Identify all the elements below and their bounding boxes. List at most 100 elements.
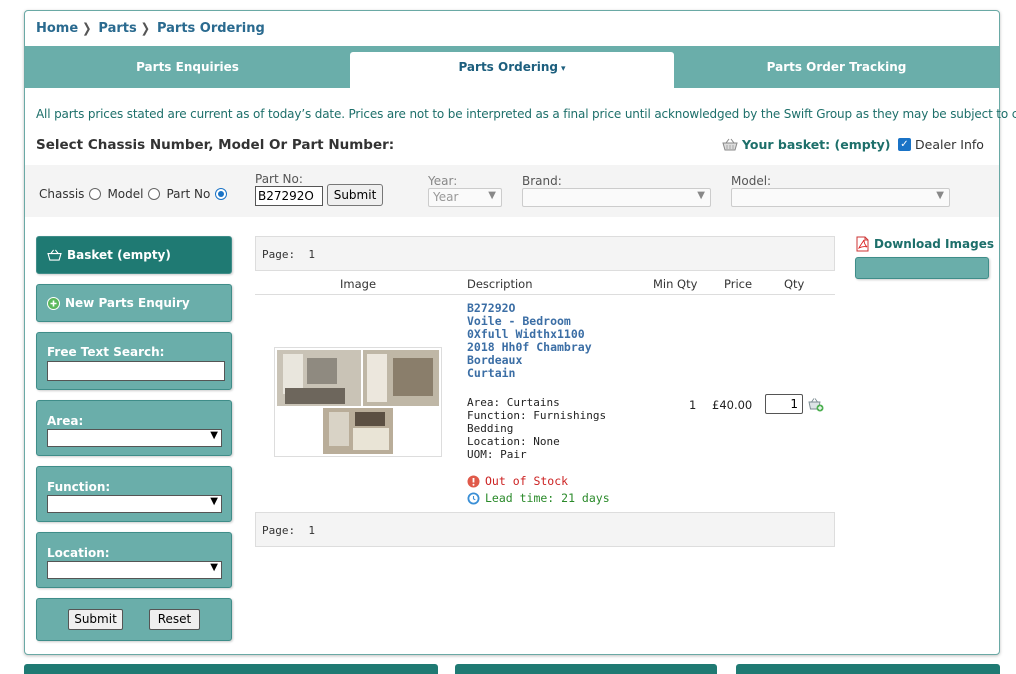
- product-name-line: Curtain: [467, 366, 516, 380]
- new-parts-enquiry-button[interactable]: New Parts Enquiry: [36, 284, 232, 322]
- lead-time: Lead time: 21 days: [467, 491, 610, 505]
- year-select[interactable]: Year ▼: [428, 188, 502, 207]
- sidebar-submit-button[interactable]: Submit: [68, 609, 123, 630]
- function-label: Function:: [47, 480, 111, 494]
- price-notice: All parts prices stated are current as o…: [36, 107, 1016, 121]
- chevron-down-icon: ▼: [488, 190, 496, 201]
- product-info-line: Function: Furnishings: [467, 409, 607, 422]
- location-select[interactable]: ▼: [47, 561, 222, 579]
- free-text-search-panel: Free Text Search:: [36, 332, 232, 390]
- basket-label: Your basket: (empty): [742, 137, 891, 152]
- caret-down-icon: ▾: [561, 64, 566, 74]
- dealer-info-toggle[interactable]: ✓ Dealer Info: [898, 137, 984, 152]
- qty-input[interactable]: 1: [765, 394, 803, 414]
- function-select[interactable]: ▼: [47, 495, 222, 513]
- page-number[interactable]: 1: [308, 248, 315, 261]
- footer-panel: [24, 664, 438, 674]
- sidebar-basket-label: Basket (empty): [67, 248, 171, 262]
- download-images-label: Download Images: [874, 237, 994, 251]
- stock-status: Out of Stock: [467, 474, 568, 488]
- col-header-qty: Qty: [784, 277, 805, 291]
- chassis-radio[interactable]: [89, 188, 102, 200]
- add-to-basket-icon[interactable]: [808, 397, 824, 412]
- part-no-label: Part No: [166, 187, 211, 201]
- area-label: Area:: [47, 414, 84, 428]
- year-select-value: Year: [433, 190, 459, 204]
- model-label: Model:: [731, 174, 772, 188]
- brand-label: Brand:: [522, 174, 562, 188]
- divider: [255, 294, 835, 295]
- tab-parts-enquiries[interactable]: Parts Enquiries: [25, 46, 350, 88]
- basket-link[interactable]: Your basket: (empty): [722, 137, 891, 152]
- product-image[interactable]: [274, 347, 442, 457]
- function-filter-panel: Function: ▼: [36, 466, 232, 522]
- part-no-radio[interactable]: [215, 188, 228, 200]
- add-icon: [47, 296, 60, 310]
- model-radio[interactable]: [148, 188, 161, 200]
- part-no-field-label: Part No:: [255, 172, 303, 186]
- part-no-input[interactable]: B27292O: [255, 186, 323, 206]
- warning-icon: [467, 475, 480, 487]
- chevron-down-icon: ▼: [210, 430, 218, 441]
- chevron-down-icon: ▼: [210, 562, 218, 573]
- free-text-search-input[interactable]: [47, 361, 225, 381]
- tab-parts-order-tracking[interactable]: Parts Order Tracking: [674, 46, 999, 88]
- product-details: Area: Curtains Function: Furnishings Bed…: [467, 396, 606, 461]
- checkbox-checked-icon[interactable]: ✓: [898, 138, 911, 151]
- product-link[interactable]: B27292O Voile - Bedroom 0Xfull Widthx110…: [467, 302, 592, 380]
- breadcrumb-home[interactable]: Home: [36, 21, 78, 36]
- dealer-info-label: Dealer Info: [915, 137, 984, 152]
- new-parts-enquiry-label: New Parts Enquiry: [65, 296, 190, 310]
- location-filter-panel: Location: ▼: [36, 532, 232, 588]
- product-info-line: UOM: Pair: [467, 448, 527, 461]
- tab-label: Parts Order Tracking: [766, 60, 907, 74]
- page-number[interactable]: 1: [308, 524, 315, 537]
- basket-icon: [722, 138, 738, 151]
- basket-icon: [47, 249, 62, 261]
- clock-icon: [467, 492, 480, 504]
- location-label: Location:: [47, 546, 110, 560]
- product-info-line: Bedding: [467, 422, 514, 435]
- footer-panel: [455, 664, 717, 674]
- model-label: Model: [107, 187, 144, 201]
- section-title: Select Chassis Number, Model Or Part Num…: [36, 137, 395, 153]
- col-header-min-qty: Min Qty: [653, 277, 698, 291]
- page-label: Page:: [262, 248, 296, 261]
- lead-time-label: Lead time: 21 days: [485, 491, 610, 505]
- tab-label: Parts Ordering: [458, 60, 559, 74]
- year-label: Year:: [428, 174, 458, 188]
- footer-panel: [736, 664, 1000, 674]
- tab-label: Parts Enquiries: [136, 60, 239, 74]
- product-info-line: Location: None: [467, 435, 560, 448]
- search-mode-radios: Chassis Model Part No: [39, 187, 233, 201]
- area-filter-panel: Area: ▼: [36, 400, 232, 456]
- results-table: Page: 1 Image Description Min Qty Price …: [255, 236, 835, 547]
- part-no-submit-button[interactable]: Submit: [327, 184, 383, 206]
- col-header-image: Image: [340, 277, 377, 291]
- col-header-description: Description: [467, 277, 533, 291]
- chevron-right-icon: ❯: [140, 20, 150, 37]
- chevron-down-icon: ▼: [210, 496, 218, 507]
- breadcrumb-current[interactable]: Parts Ordering: [157, 21, 265, 36]
- min-qty-value: 1: [689, 398, 697, 412]
- tab-parts-ordering[interactable]: Parts Ordering ▾: [350, 52, 674, 88]
- free-text-search-label: Free Text Search:: [47, 345, 165, 359]
- page-label: Page:: [262, 524, 296, 537]
- download-images-link[interactable]: Download Images: [855, 236, 994, 252]
- sidebar-reset-button[interactable]: Reset: [149, 609, 200, 630]
- brand-select[interactable]: ▼: [522, 188, 711, 207]
- breadcrumb-parts[interactable]: Parts: [98, 21, 136, 36]
- sidebar-actions-panel: Submit Reset: [36, 598, 232, 641]
- download-panel: [855, 257, 989, 279]
- pager-bottom: Page: 1: [255, 512, 835, 547]
- area-select[interactable]: ▼: [47, 429, 222, 447]
- chevron-down-icon: ▼: [697, 190, 705, 201]
- chevron-right-icon: ❯: [82, 20, 92, 37]
- chassis-label: Chassis: [39, 187, 85, 201]
- chevron-down-icon: ▼: [936, 190, 944, 201]
- product-info-line: Area: Curtains: [467, 396, 560, 409]
- breadcrumb: Home ❯ Parts ❯ Parts Ordering: [36, 20, 265, 37]
- tab-bar: Parts Enquiries Parts Ordering ▾ Parts Or…: [25, 46, 999, 88]
- model-select[interactable]: ▼: [731, 188, 950, 207]
- sidebar-basket-button[interactable]: Basket (empty): [36, 236, 232, 274]
